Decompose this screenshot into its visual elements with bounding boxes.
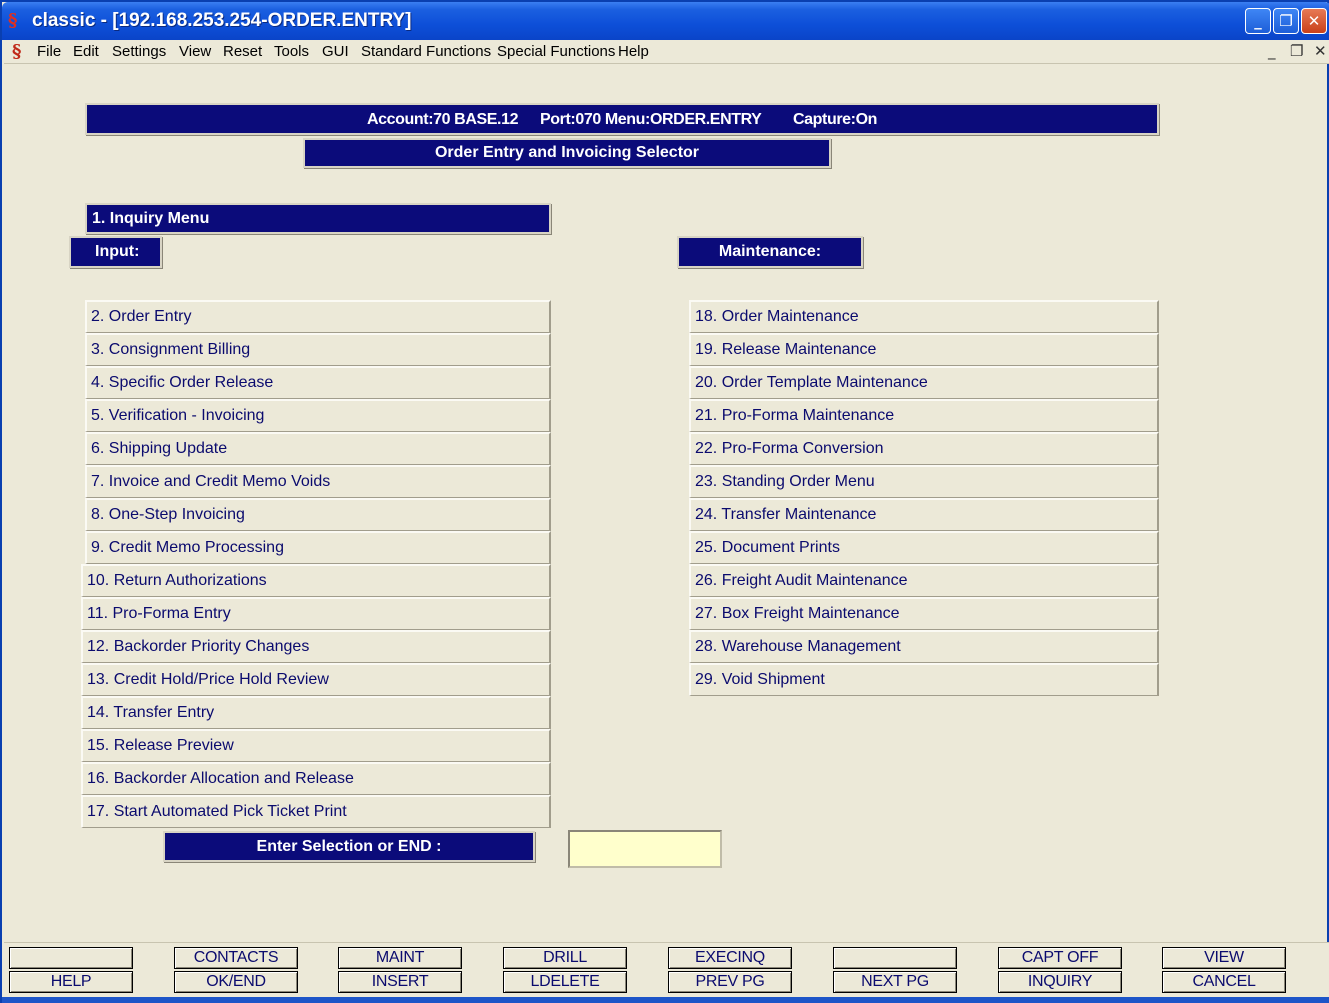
- title-bar[interactable]: § classic - [192.168.253.254-ORDER.ENTRY…: [2, 2, 1329, 40]
- execinq-button[interactable]: EXECINQ: [668, 947, 792, 969]
- minimize-icon[interactable]: _: [1245, 8, 1271, 34]
- mdi-close-icon[interactable]: ✕: [1314, 42, 1327, 60]
- cancel-button[interactable]: CANCEL: [1162, 971, 1286, 993]
- menu-option[interactable]: 17. Start Automated Pick Ticket Print: [81, 795, 551, 828]
- menu-view[interactable]: View: [179, 43, 211, 60]
- menu-file[interactable]: File: [37, 43, 61, 60]
- menu-option[interactable]: 15. Release Preview: [81, 729, 551, 762]
- menu-option[interactable]: 18. Order Maintenance: [689, 300, 1159, 333]
- app-menu-icon[interactable]: §: [12, 41, 21, 62]
- menu-option[interactable]: 7. Invoice and Credit Memo Voids: [85, 465, 551, 498]
- menu-option[interactable]: 14. Transfer Entry: [81, 696, 551, 729]
- menu-option[interactable]: 5. Verification - Invoicing: [85, 399, 551, 432]
- menu-option[interactable]: 27. Box Freight Maintenance: [689, 597, 1159, 630]
- menu-help[interactable]: Help: [618, 43, 649, 60]
- menu-option[interactable]: 19. Release Maintenance: [689, 333, 1159, 366]
- function-key-bar: CONTACTS MAINT DRILL EXECINQ CAPT OFF VI…: [4, 942, 1329, 999]
- menu-option[interactable]: 24. Transfer Maintenance: [689, 498, 1159, 531]
- mdi-minimize-icon[interactable]: _: [1268, 42, 1276, 60]
- app-icon: §: [8, 10, 18, 31]
- menu-option[interactable]: 26. Freight Audit Maintenance: [689, 564, 1159, 597]
- menu-option[interactable]: 2. Order Entry: [85, 300, 551, 333]
- maint-button[interactable]: MAINT: [338, 947, 462, 969]
- inquiry-button[interactable]: INQUIRY: [998, 971, 1122, 993]
- contacts-button[interactable]: CONTACTS: [174, 947, 298, 969]
- capt-off-button[interactable]: CAPT OFF: [998, 947, 1122, 969]
- maintenance-section-label: Maintenance:: [677, 236, 863, 268]
- drill-button[interactable]: DRILL: [503, 947, 627, 969]
- menu-bar: § File Edit Settings View Reset Tools GU…: [4, 40, 1329, 64]
- selection-input[interactable]: [568, 830, 722, 868]
- capture-status: Capture:On: [793, 111, 878, 128]
- menu-option[interactable]: 21. Pro-Forma Maintenance: [689, 399, 1159, 432]
- session-header: Account:70 BASE.12 Port:070 Menu:ORDER.E…: [85, 103, 1159, 135]
- account-label: Account:70 BASE.12: [367, 111, 519, 128]
- menu-gui[interactable]: GUI: [322, 43, 349, 60]
- menu-option[interactable]: 25. Document Prints: [689, 531, 1159, 564]
- menu-option[interactable]: 3. Consignment Billing: [85, 333, 551, 366]
- menu-option[interactable]: 20. Order Template Maintenance: [689, 366, 1159, 399]
- next-pg-button[interactable]: NEXT PG: [833, 971, 957, 993]
- menu-tools[interactable]: Tools: [274, 43, 309, 60]
- menu-option[interactable]: 6. Shipping Update: [85, 432, 551, 465]
- menu-settings[interactable]: Settings: [112, 43, 166, 60]
- fkey-top-1[interactable]: [9, 947, 133, 969]
- port-menu-label: Port:070 Menu:ORDER.ENTRY: [540, 111, 762, 128]
- window-bottom-border: [2, 997, 1329, 1003]
- menu-option[interactable]: 9. Credit Memo Processing: [85, 531, 551, 564]
- insert-button[interactable]: INSERT: [338, 971, 462, 993]
- menu-option[interactable]: 12. Backorder Priority Changes: [81, 630, 551, 663]
- menu-option[interactable]: 11. Pro-Forma Entry: [81, 597, 551, 630]
- mdi-restore-icon[interactable]: ❐: [1290, 42, 1303, 60]
- menu-option[interactable]: 4. Specific Order Release: [85, 366, 551, 399]
- menu-special-functions[interactable]: Special Functions: [497, 43, 615, 60]
- menu-option[interactable]: 8. One-Step Invoicing: [85, 498, 551, 531]
- menu-option[interactable]: 13. Credit Hold/Price Hold Review: [81, 663, 551, 696]
- ldelete-button[interactable]: LDELETE: [503, 971, 627, 993]
- ok-end-button[interactable]: OK/END: [174, 971, 298, 993]
- menu-option[interactable]: 28. Warehouse Management: [689, 630, 1159, 663]
- menu-option[interactable]: 29. Void Shipment: [689, 663, 1159, 696]
- menu-option[interactable]: 16. Backorder Allocation and Release: [81, 762, 551, 795]
- menu-edit[interactable]: Edit: [73, 43, 99, 60]
- application-window: § classic - [192.168.253.254-ORDER.ENTRY…: [0, 0, 1329, 1003]
- inquiry-menu-option[interactable]: 1. Inquiry Menu: [85, 203, 551, 234]
- menu-reset[interactable]: Reset: [223, 43, 262, 60]
- view-button[interactable]: VIEW: [1162, 947, 1286, 969]
- menu-option[interactable]: 10. Return Authorizations: [81, 564, 551, 597]
- restore-icon[interactable]: ❐: [1273, 8, 1299, 34]
- menu-option[interactable]: 23. Standing Order Menu: [689, 465, 1159, 498]
- help-button[interactable]: HELP: [9, 971, 133, 993]
- fkey-top-6[interactable]: [833, 947, 957, 969]
- selection-prompt-label: Enter Selection or END :: [163, 831, 535, 862]
- prev-pg-button[interactable]: PREV PG: [668, 971, 792, 993]
- window-title: classic - [192.168.253.254-ORDER.ENTRY]: [32, 10, 412, 31]
- close-icon[interactable]: ✕: [1301, 8, 1327, 34]
- menu-standard-functions[interactable]: Standard Functions: [361, 43, 491, 60]
- page-title: Order Entry and Invoicing Selector: [303, 138, 831, 168]
- menu-option[interactable]: 22. Pro-Forma Conversion: [689, 432, 1159, 465]
- input-section-label: Input:: [69, 236, 162, 268]
